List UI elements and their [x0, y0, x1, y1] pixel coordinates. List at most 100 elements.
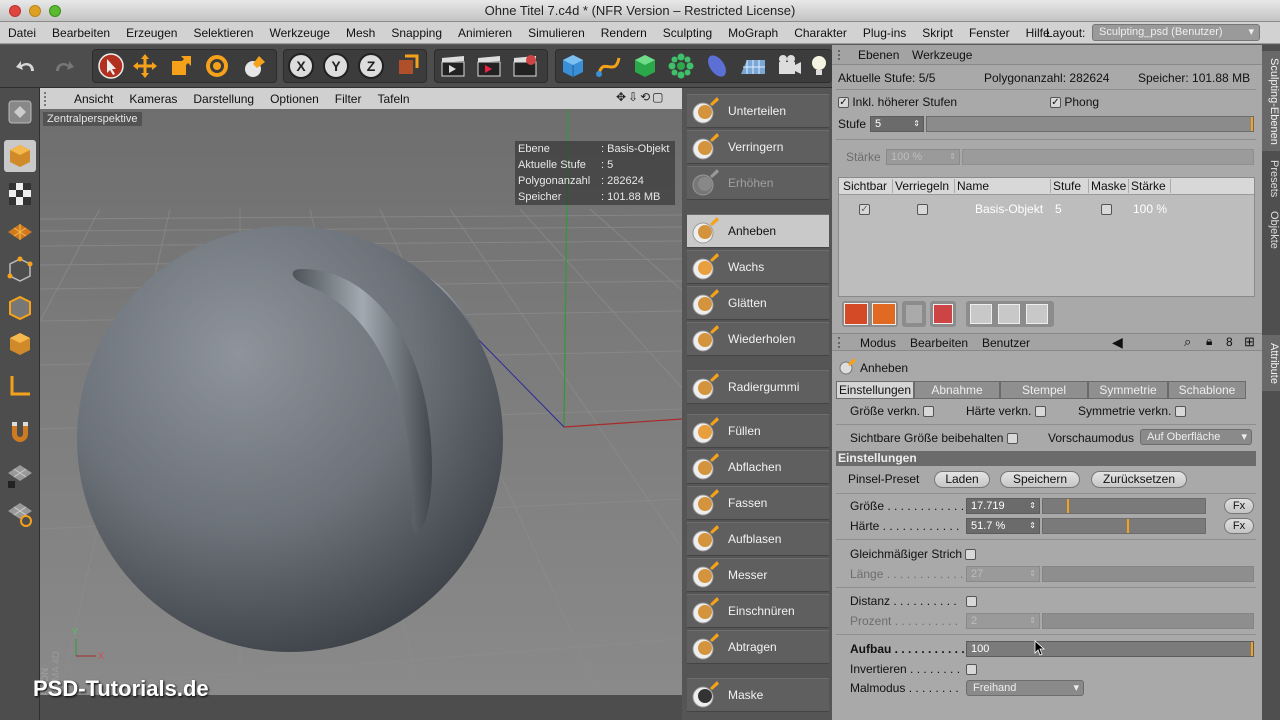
tab-ebenen[interactable]: Ebenen	[858, 48, 899, 62]
model-mode-button[interactable]	[4, 140, 36, 172]
viewport-menu-item[interactable]: Ansicht	[66, 92, 121, 106]
delete-layer-button[interactable]	[933, 304, 953, 324]
menu-item[interactable]: Fenster	[961, 26, 1018, 40]
move-tool-button[interactable]	[128, 50, 162, 82]
lock-checkbox[interactable]	[917, 202, 928, 216]
menu-item[interactable]: Simulieren	[520, 26, 593, 40]
brush-wachs[interactable]: Wachs	[687, 250, 829, 284]
percent-slider[interactable]	[1042, 613, 1254, 629]
workplane-mode-button[interactable]	[4, 216, 36, 248]
size-link-checkbox[interactable]: Größe verkn.	[850, 404, 935, 418]
edges-mode-button[interactable]	[4, 292, 36, 324]
viewport-menu-item[interactable]: Optionen	[262, 92, 327, 106]
undo-button[interactable]	[10, 50, 44, 82]
layer-row[interactable]: ✓ Basis-Objekt 5 100 %	[839, 200, 1254, 218]
tab-stempel[interactable]: Stempel	[1000, 381, 1088, 399]
copy-layer-button[interactable]	[970, 304, 992, 324]
coordinate-system-button[interactable]	[390, 50, 424, 82]
grid-lock-button[interactable]	[4, 460, 36, 492]
menu-item[interactable]: Datei	[0, 26, 44, 40]
deformer-button[interactable]	[700, 50, 734, 82]
keep-visible-size-checkbox[interactable]: Sichtbare Größe beibehalten	[850, 431, 1018, 445]
polygons-mode-button[interactable]	[4, 328, 36, 360]
brush-messer[interactable]: Messer	[687, 558, 829, 592]
brush-anheben[interactable]: Anheben	[687, 214, 829, 248]
workplane-lock-button[interactable]	[4, 498, 36, 530]
make-editable-button[interactable]	[4, 96, 36, 128]
invert-checkbox[interactable]	[966, 662, 977, 676]
back-arrow-icon[interactable]: ◀	[1112, 334, 1123, 351]
tab-symmetrie[interactable]: Symmetrie	[1088, 381, 1168, 399]
brush-einschnüren[interactable]: Einschnüren	[687, 594, 829, 628]
camera-object-button[interactable]	[772, 50, 806, 82]
stufe-field[interactable]: 5 ⇕	[870, 116, 924, 132]
menu-item[interactable]: Erzeugen	[118, 26, 185, 40]
brush-glätten[interactable]: Glätten	[687, 286, 829, 320]
brush-füllen[interactable]: Füllen	[687, 414, 829, 448]
viewport-menu-item[interactable]: Filter	[327, 92, 370, 106]
tab-presets[interactable]: Presets	[1262, 157, 1280, 201]
render-picture-viewer-button[interactable]	[472, 50, 506, 82]
brush-unterteilen[interactable]: Unterteilen	[687, 94, 829, 128]
menu-item[interactable]: Rendern	[593, 26, 655, 40]
hardness-link-checkbox[interactable]: Härte verkn.	[966, 404, 1046, 418]
brush-abtragen[interactable]: Abtragen	[687, 630, 829, 664]
tab-attribute[interactable]: Attribute	[1262, 335, 1280, 391]
floor-object-button[interactable]	[736, 50, 770, 82]
light-object-button[interactable]	[808, 50, 830, 82]
link-icon[interactable]: 8	[1226, 335, 1233, 349]
live-select-button[interactable]	[94, 50, 128, 82]
array-object-button[interactable]	[664, 50, 698, 82]
rotate-tool-button[interactable]	[200, 50, 234, 82]
menu-modus[interactable]: Modus	[860, 336, 896, 350]
3d-viewport[interactable]: Zentralperspektive Ebene: Basis-Objekt Ak…	[40, 109, 682, 695]
symmetry-link-checkbox[interactable]: Symmetrie verkn.	[1078, 404, 1186, 418]
brush-verringern[interactable]: Verringern	[687, 130, 829, 164]
tab-werkzeuge[interactable]: Werkzeuge	[912, 48, 972, 62]
merge-layer-button[interactable]	[998, 304, 1020, 324]
length-field[interactable]: 27 ⇕	[966, 566, 1040, 582]
bake-layer-button[interactable]	[1026, 304, 1048, 324]
menu-item[interactable]: Charakter	[786, 26, 855, 40]
size-fx-button[interactable]: Fx	[1224, 498, 1254, 514]
visible-checkbox[interactable]: ✓	[859, 202, 870, 216]
menu-bearbeiten[interactable]: Bearbeiten	[910, 336, 968, 350]
add-folder-button[interactable]	[872, 303, 896, 325]
column-header[interactable]: Maske	[1091, 179, 1129, 193]
mask-checkbox[interactable]	[1101, 202, 1112, 216]
tab-einstellungen[interactable]: Einstellungen	[836, 381, 914, 399]
tab-sculpting-ebenen[interactable]: Sculpting-Ebenen	[1262, 51, 1280, 151]
scale-tool-button[interactable]	[164, 50, 198, 82]
tab-abnahme[interactable]: Abnahme	[914, 381, 1000, 399]
menu-item[interactable]: Mesh	[338, 26, 383, 40]
layout-select[interactable]: Sculpting_psd (Benutzer) ▾	[1092, 24, 1260, 41]
size-field[interactable]: 17.719 ⇕	[966, 498, 1040, 514]
preview-mode-select[interactable]: Auf Oberfläche ▾	[1140, 429, 1252, 445]
reset-preset-button[interactable]: Zurücksetzen	[1091, 471, 1187, 488]
z-axis-lock-button[interactable]: Z	[354, 50, 388, 82]
menu-benutzer[interactable]: Benutzer	[982, 336, 1030, 350]
include-higher-levels-checkbox[interactable]: ✓ Inkl. höherer Stufen	[838, 95, 957, 109]
minimize-window-button[interactable]	[29, 5, 41, 17]
column-header[interactable]: Stärke	[1131, 179, 1171, 193]
menu-item[interactable]: Bearbeiten	[44, 26, 118, 40]
hardness-fx-button[interactable]: Fx	[1224, 518, 1254, 534]
layer-name[interactable]: Basis-Objekt	[975, 202, 1043, 216]
buildup-slider[interactable]: 100	[966, 641, 1254, 657]
viewport-menu-item[interactable]: Kameras	[121, 92, 185, 106]
hardness-slider[interactable]	[1042, 518, 1206, 534]
size-slider[interactable]	[1042, 498, 1206, 514]
redo-button[interactable]	[46, 50, 80, 82]
snapping-button[interactable]	[4, 416, 36, 448]
percent-field[interactable]: 2 ⇕	[966, 613, 1040, 629]
stufe-slider[interactable]	[926, 116, 1254, 132]
lock-icon[interactable]: 🔒︎	[1206, 334, 1212, 349]
column-header[interactable]: Name	[957, 179, 1051, 193]
brush-aufblasen[interactable]: Aufblasen	[687, 522, 829, 556]
points-mode-button[interactable]	[4, 254, 36, 286]
paint-mode-select[interactable]: Freihand ▾	[966, 680, 1084, 696]
tab-objekte[interactable]: Objekte	[1262, 207, 1280, 253]
menu-item[interactable]: Selektieren	[185, 26, 261, 40]
menu-item[interactable]: Werkzeuge	[261, 26, 337, 40]
brush-erhöhen[interactable]: Erhöhen	[687, 166, 829, 200]
